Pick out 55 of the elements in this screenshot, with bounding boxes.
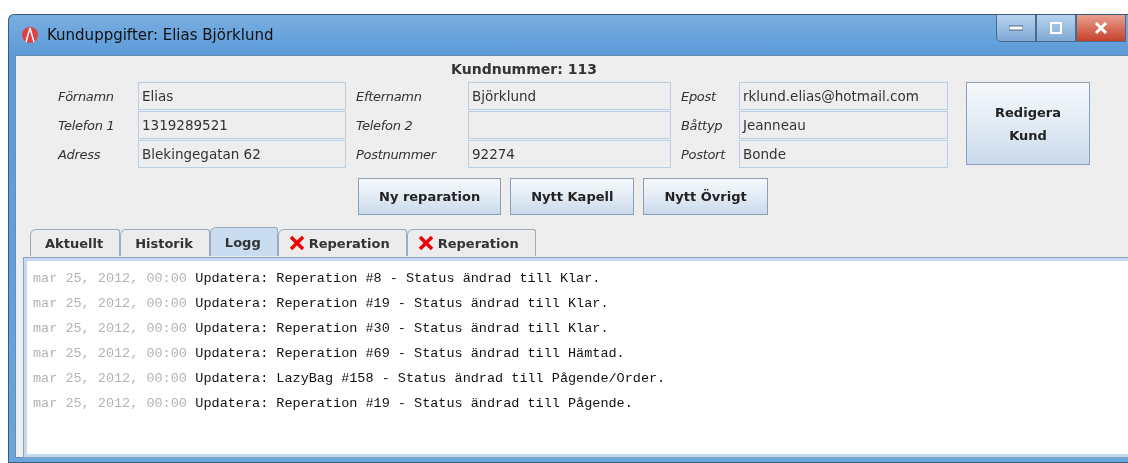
tab[interactable]: Reperation xyxy=(406,229,536,256)
maximize-icon xyxy=(1050,22,1062,34)
log-message: Updatera: Reperation #8 - Status ändrad till Klar. xyxy=(195,271,601,286)
close-icon xyxy=(1094,22,1108,34)
log-time: mar 25, 2012, 00:00 xyxy=(33,371,187,386)
maximize-button[interactable] xyxy=(1036,15,1076,42)
log-message: Updatera: Reperation #69 - Status ändrad till Hämtad. xyxy=(195,346,625,361)
text-field[interactable]: 1319289521 xyxy=(138,111,346,139)
field-label: Förnamn xyxy=(58,88,115,106)
tab[interactable]: Historik xyxy=(120,229,210,256)
text-field[interactable]: Jeanneau xyxy=(739,111,948,139)
close-icon[interactable] xyxy=(288,235,305,251)
log-time: mar 25, 2012, 00:00 xyxy=(33,271,187,286)
action-button[interactable]: Nytt Övrigt xyxy=(643,178,768,215)
field-label: Båttyp xyxy=(681,117,724,135)
log-message: Updatera: Reperation #19 - Status ändrad till Pågende. xyxy=(195,396,633,411)
field-label: Epost xyxy=(681,88,718,106)
tab-label: Reperation xyxy=(437,235,519,251)
log-message: Updatera: Reperation #30 - Status ändrad till Klar. xyxy=(195,321,609,336)
log-message: Updatera: Reperation #19 - Status ändrad till Klar. xyxy=(195,296,609,311)
customer-number: Kundnummer: 113 xyxy=(450,60,598,79)
text-field[interactable]: rklund.elias@hotmail.com xyxy=(739,82,948,110)
action-button[interactable]: Ny reparation xyxy=(358,178,502,215)
tab-label: Historik xyxy=(135,235,193,251)
tab[interactable]: Reperation xyxy=(277,229,407,256)
field-label: Telefon 2 xyxy=(356,117,414,135)
text-field[interactable]: Bonde xyxy=(739,140,948,168)
close-button[interactable] xyxy=(1076,15,1126,42)
text-field[interactable] xyxy=(468,111,671,139)
tab[interactable]: Logg xyxy=(209,227,278,256)
window-title: Kunduppgifter: Elias Björklund xyxy=(47,26,274,44)
log-message: Updatera: LazyBag #158 - Status ändrad till Pågende/Order. xyxy=(195,371,666,386)
edit-customer-button[interactable]: Redigera Kund xyxy=(966,82,1090,165)
tab-label: Logg xyxy=(224,234,261,250)
action-button[interactable]: Nytt Kapell xyxy=(510,178,635,215)
minimize-icon xyxy=(1009,25,1023,31)
log-time: mar 25, 2012, 00:00 xyxy=(33,346,187,361)
tab[interactable]: Aktuellt xyxy=(30,229,121,256)
text-field[interactable]: 92274 xyxy=(468,140,671,168)
minimize-button[interactable] xyxy=(996,15,1036,42)
log-time: mar 25, 2012, 00:00 xyxy=(33,396,187,411)
text-field[interactable]: Björklund xyxy=(468,82,671,110)
field-label: Adress xyxy=(58,146,102,164)
log-time: mar 25, 2012, 00:00 xyxy=(33,296,187,311)
log-time: mar 25, 2012, 00:00 xyxy=(33,321,187,336)
field-label: Postnummer xyxy=(356,146,438,164)
field-label: Telefon 1 xyxy=(58,117,116,135)
close-icon[interactable] xyxy=(417,235,434,251)
tab-label: Reperation xyxy=(308,235,390,251)
field-label: Efternamn xyxy=(356,88,423,106)
tab-label: Aktuellt xyxy=(45,235,104,251)
text-field[interactable]: Elias xyxy=(138,82,346,110)
field-label: Postort xyxy=(681,146,727,164)
text-field[interactable]: Blekingegatan 62 xyxy=(138,140,346,168)
app-logo-icon xyxy=(21,25,39,45)
